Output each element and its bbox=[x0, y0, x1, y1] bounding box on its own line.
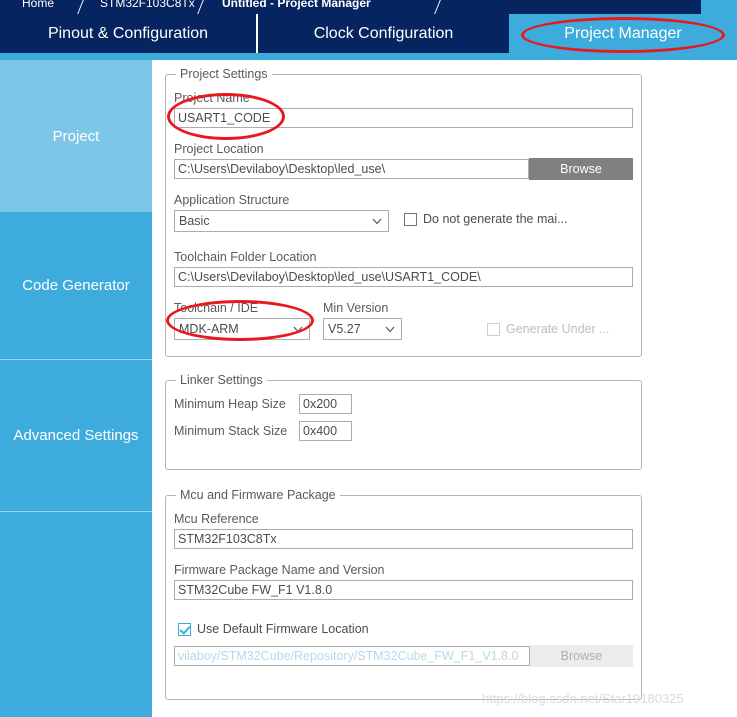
firmware-package-label: Firmware Package Name and Version bbox=[174, 563, 385, 577]
toolchain-ide-select[interactable]: MDK-ARM bbox=[174, 318, 310, 340]
breadcrumb-separator bbox=[75, 0, 86, 14]
toolbar-corner-button[interactable] bbox=[701, 0, 737, 14]
chevron-down-icon bbox=[293, 326, 303, 333]
breadcrumb-item-current: Untitled - Project Manager bbox=[222, 0, 371, 10]
tab-pinout-configuration[interactable]: Pinout & Configuration bbox=[0, 14, 258, 53]
breadcrumb-item-home[interactable]: Home bbox=[22, 0, 54, 10]
breadcrumb-separator bbox=[195, 0, 206, 14]
sidebar-item-empty[interactable] bbox=[0, 512, 152, 717]
toolchain-folder-input[interactable]: C:\Users\Devilaboy\Desktop\led_use\USART… bbox=[174, 267, 633, 287]
firmware-location-browse-button[interactable]: Browse bbox=[530, 645, 633, 667]
project-location-label: Project Location bbox=[174, 142, 264, 156]
watermark-text: https://blog.csdn.net/Star19180325 bbox=[482, 691, 684, 706]
sidebar-item-code-generator[interactable]: Code Generator bbox=[0, 212, 152, 360]
checkbox-icon bbox=[487, 322, 500, 336]
project-settings-group-title: Project Settings bbox=[176, 67, 272, 81]
generate-under-checkbox[interactable]: Generate Under ... bbox=[487, 322, 610, 336]
min-version-label: Min Version bbox=[323, 301, 389, 315]
application-structure-value: Basic bbox=[179, 214, 210, 228]
do-not-generate-main-label: Do not generate the mai... bbox=[423, 212, 568, 226]
project-name-input[interactable]: USART1_CODE bbox=[174, 108, 633, 128]
project-location-input[interactable]: C:\Users\Devilaboy\Desktop\led_use\ bbox=[174, 159, 529, 179]
toolchain-ide-value: MDK-ARM bbox=[179, 322, 239, 336]
tab-project-manager[interactable]: Project Manager bbox=[509, 14, 737, 53]
generate-under-label: Generate Under ... bbox=[506, 322, 610, 336]
linker-settings-group-title: Linker Settings bbox=[176, 373, 267, 387]
minimum-heap-size-label: Minimum Heap Size bbox=[174, 397, 286, 411]
content-panel: Project Settings Project Name USART1_COD… bbox=[156, 60, 737, 717]
application-structure-label: Application Structure bbox=[174, 193, 290, 207]
min-version-value: V5.27 bbox=[328, 322, 361, 336]
chevron-down-icon bbox=[385, 326, 395, 333]
chevron-down-icon bbox=[372, 218, 382, 225]
min-version-select[interactable]: V5.27 bbox=[323, 318, 402, 340]
mcu-reference-input[interactable]: STM32F103C8Tx bbox=[174, 529, 633, 549]
use-default-firmware-location-checkbox[interactable]: Use Default Firmware Location bbox=[178, 622, 369, 636]
sidebar: Project Code Generator Advanced Settings bbox=[0, 60, 152, 717]
sidebar-item-advanced-settings[interactable]: Advanced Settings bbox=[0, 360, 152, 512]
toolchain-folder-label: Toolchain Folder Location bbox=[174, 250, 317, 264]
sidebar-item-project[interactable]: Project bbox=[0, 60, 152, 212]
minimum-stack-size-label: Minimum Stack Size bbox=[174, 424, 288, 438]
project-location-browse-button[interactable]: Browse bbox=[529, 158, 633, 180]
checkbox-checked-icon bbox=[178, 622, 191, 636]
breadcrumb: Home STM32F103C8Tx Untitled - Project Ma… bbox=[0, 0, 737, 14]
toolchain-ide-label: Toolchain / IDE bbox=[174, 301, 259, 315]
application-structure-select[interactable]: Basic bbox=[174, 210, 389, 232]
project-name-label: Project Name bbox=[174, 91, 250, 105]
do-not-generate-main-checkbox[interactable]: Do not generate the mai... bbox=[404, 212, 568, 226]
main-tabbar: Pinout & Configuration Clock Configurati… bbox=[0, 14, 737, 53]
minimum-heap-size-input[interactable]: 0x200 bbox=[299, 394, 352, 414]
tab-clock-configuration[interactable]: Clock Configuration bbox=[258, 14, 509, 53]
mcu-firmware-group-title: Mcu and Firmware Package bbox=[176, 488, 340, 502]
firmware-location-input[interactable]: vilaboy/STM32Cube/Repository/STM32Cube_F… bbox=[174, 646, 530, 666]
checkbox-icon bbox=[404, 212, 417, 226]
breadcrumb-separator bbox=[432, 0, 443, 14]
tab-underline-strip bbox=[0, 53, 737, 60]
firmware-package-input[interactable]: STM32Cube FW_F1 V1.8.0 bbox=[174, 580, 633, 600]
use-default-firmware-location-label: Use Default Firmware Location bbox=[197, 622, 369, 636]
mcu-reference-label: Mcu Reference bbox=[174, 512, 259, 526]
minimum-stack-size-input[interactable]: 0x400 bbox=[299, 421, 352, 441]
breadcrumb-item-mcu[interactable]: STM32F103C8Tx bbox=[100, 0, 195, 10]
cubemx-project-manager-window: Home STM32F103C8Tx Untitled - Project Ma… bbox=[0, 0, 737, 717]
